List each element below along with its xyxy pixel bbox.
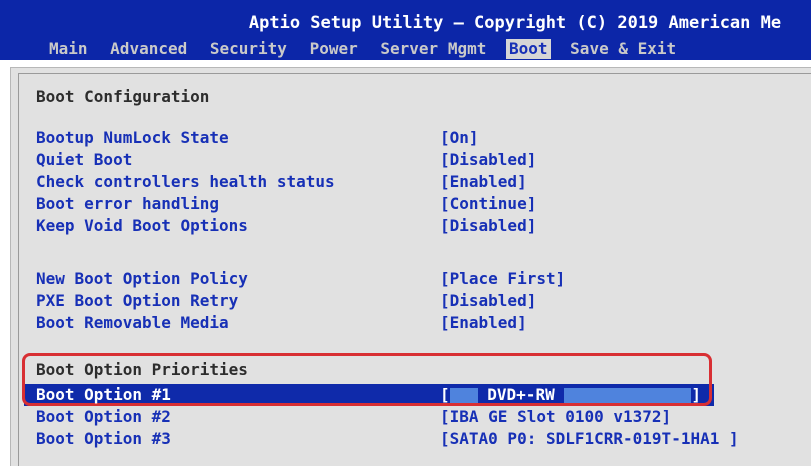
priorities-title: Boot Option Priorities — [36, 360, 248, 379]
boot-option-label: Boot Option #3 — [36, 429, 171, 448]
setting-label: Check controllers health status — [36, 172, 335, 191]
tab-main[interactable]: Main — [46, 39, 91, 59]
setting-label: Keep Void Boot Options — [36, 216, 248, 235]
tab-boot[interactable]: Boot — [506, 39, 551, 59]
tab-server-mgmt[interactable]: Server Mgmt — [377, 39, 489, 59]
boot-option-label: Boot Option #2 — [36, 407, 171, 426]
tab-security[interactable]: Security — [207, 39, 290, 59]
redacted-text — [564, 388, 692, 403]
boot-option-value[interactable]: [SATA0 P0: SDLF1CRR-019T-1HA1 ] — [440, 429, 739, 449]
bios-screen: Aptio Setup Utility – Copyright (C) 2019… — [0, 0, 811, 466]
setting-label: Quiet Boot — [36, 150, 133, 169]
title-bar: Aptio Setup Utility – Copyright (C) 2019… — [0, 0, 811, 60]
boot-option-value[interactable]: [IBA GE Slot 0100 v1372] — [440, 407, 671, 427]
setting-label: New Boot Option Policy — [36, 269, 248, 288]
setting-label: Boot error handling — [36, 194, 220, 213]
main-menu: Main Advanced Security Power Server Mgmt… — [46, 39, 686, 59]
boot-option-value[interactable]: [ DVD+-RW ] — [440, 385, 701, 405]
tab-power[interactable]: Power — [307, 39, 361, 59]
redacted-text — [449, 388, 478, 403]
setting-value[interactable]: [Enabled] — [440, 172, 527, 192]
setting-value[interactable]: [Continue] — [440, 194, 536, 214]
setting-value[interactable]: [Disabled] — [440, 150, 536, 170]
tab-advanced[interactable]: Advanced — [107, 39, 190, 59]
setting-label: PXE Boot Option Retry — [36, 291, 239, 310]
window-title: Aptio Setup Utility – Copyright (C) 2019… — [248, 13, 782, 33]
setting-value[interactable]: [Disabled] — [440, 216, 536, 236]
setting-value[interactable]: [On] — [440, 128, 479, 148]
setting-label: Bootup NumLock State — [36, 128, 229, 147]
setting-value[interactable]: [Disabled] — [440, 291, 536, 311]
section-title: Boot Configuration — [36, 87, 210, 106]
tab-save-exit[interactable]: Save & Exit — [567, 39, 679, 59]
setting-label: Boot Removable Media — [36, 313, 229, 332]
boot-option-label: Boot Option #1 — [36, 385, 171, 404]
setting-value[interactable]: [Enabled] — [440, 313, 527, 333]
setting-value[interactable]: [Place First] — [440, 269, 565, 289]
